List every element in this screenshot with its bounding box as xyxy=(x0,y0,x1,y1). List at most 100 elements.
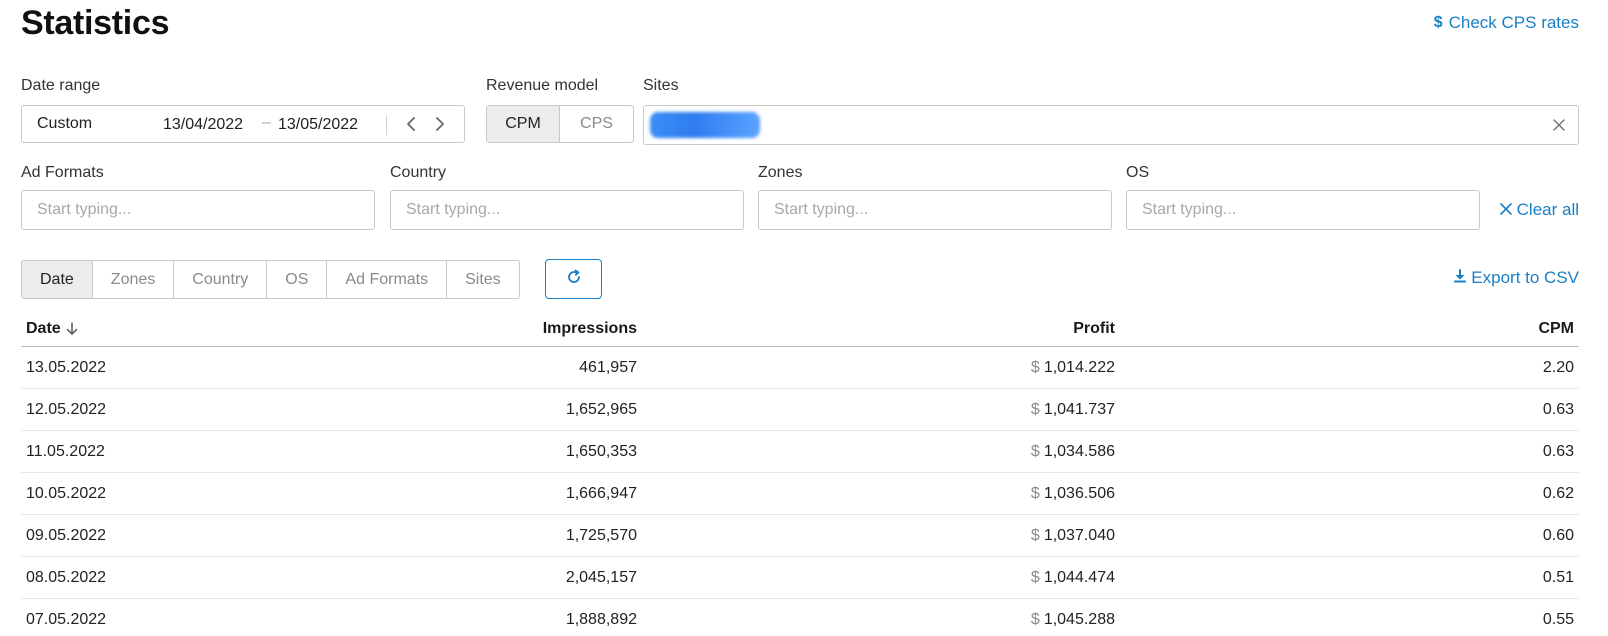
chevron-right-icon[interactable] xyxy=(427,111,453,137)
cell-date: 10.05.2022 xyxy=(26,484,107,502)
table-row: 13.05.2022 461,957 $1,014.222 2.20 xyxy=(21,347,1579,389)
profit-value: 1,041.737 xyxy=(1043,400,1115,418)
ad-formats-input[interactable] xyxy=(21,190,375,230)
export-csv-button[interactable]: Export to CSV xyxy=(1454,268,1579,288)
profit-value: 1,044.474 xyxy=(1043,568,1115,586)
column-header-profit[interactable]: Profit xyxy=(637,320,1115,338)
table-row: 12.05.2022 1,652,965 $1,041.737 0.63 xyxy=(21,389,1579,431)
profit-value: 1,045.288 xyxy=(1043,610,1115,628)
revenue-model-cpm[interactable]: CPM xyxy=(487,106,560,142)
cell-impressions: 1,725,570 xyxy=(565,526,637,544)
dollar-icon: $ xyxy=(1433,14,1443,31)
statistics-table: Date Impressions Profit CPM 13.05.2022 4… xyxy=(21,312,1579,636)
cell-profit: $1,036.506 xyxy=(637,485,1115,503)
cell-date: 12.05.2022 xyxy=(26,400,107,418)
clear-all-label: Clear all xyxy=(1516,200,1579,219)
cell-profit: $1,037.040 xyxy=(637,527,1115,545)
column-date-label: Date xyxy=(26,320,61,337)
group-by-tabs: Date Zones Country OS Ad Formats Sites xyxy=(21,260,520,299)
cell-date: 08.05.2022 xyxy=(26,568,107,586)
cell-impressions: 461,957 xyxy=(579,358,637,376)
cell-profit: $1,014.222 xyxy=(637,359,1115,377)
revenue-model-cps[interactable]: CPS xyxy=(560,106,633,142)
cell-date: 09.05.2022 xyxy=(26,526,107,544)
profit-value: 1,036.506 xyxy=(1043,484,1115,502)
revenue-model-label: Revenue model xyxy=(486,77,599,94)
tab-ad-formats[interactable]: Ad Formats xyxy=(327,261,448,298)
column-header-cpm[interactable]: CPM xyxy=(1115,320,1579,338)
cell-cpm: 0.63 xyxy=(1542,442,1574,460)
currency-symbol: $ xyxy=(1030,610,1040,628)
profit-value: 1,014.222 xyxy=(1043,358,1115,376)
date-range-label: Date range xyxy=(21,77,101,94)
date-range-picker[interactable]: Custom 13/04/2022 – 13/05/2022 xyxy=(21,105,465,143)
table-row: 09.05.2022 1,725,570 $1,037.040 0.60 xyxy=(21,515,1579,557)
refresh-icon xyxy=(566,269,582,290)
arrow-down-icon[interactable] xyxy=(65,321,79,337)
chevron-left-icon[interactable] xyxy=(398,111,424,137)
cell-profit: $1,045.288 xyxy=(637,611,1115,629)
refresh-button[interactable] xyxy=(545,259,602,299)
date-range-preset[interactable]: Custom xyxy=(37,115,92,133)
table-row: 08.05.2022 2,045,157 $1,044.474 0.51 xyxy=(21,557,1579,599)
sites-label: Sites xyxy=(643,77,679,94)
os-input[interactable] xyxy=(1126,190,1480,230)
date-separator: – xyxy=(262,114,271,131)
cell-cpm: 0.62 xyxy=(1542,484,1574,502)
column-header-date[interactable]: Date xyxy=(21,320,221,338)
cell-date: 13.05.2022 xyxy=(26,358,107,376)
cell-impressions: 1,666,947 xyxy=(565,484,637,502)
tab-country[interactable]: Country xyxy=(174,261,268,298)
cell-profit: $1,034.586 xyxy=(637,443,1115,461)
currency-symbol: $ xyxy=(1030,442,1040,460)
zones-label: Zones xyxy=(758,164,803,181)
cell-impressions: 1,888,892 xyxy=(565,610,637,628)
date-to[interactable]: 13/05/2022 xyxy=(278,116,358,134)
zones-input[interactable] xyxy=(758,190,1112,230)
cell-cpm: 0.51 xyxy=(1542,568,1574,586)
cell-cpm: 2.20 xyxy=(1542,358,1574,376)
cell-profit: $1,041.737 xyxy=(637,401,1115,419)
download-icon xyxy=(1454,268,1467,288)
close-icon xyxy=(1499,200,1512,220)
export-csv-label: Export to CSV xyxy=(1471,268,1579,287)
cell-impressions: 2,045,157 xyxy=(565,568,637,586)
tab-date[interactable]: Date xyxy=(22,261,93,298)
table-row: 07.05.2022 1,888,892 $1,045.288 0.55 xyxy=(21,599,1579,636)
currency-symbol: $ xyxy=(1030,400,1040,418)
table-row: 11.05.2022 1,650,353 $1,034.586 0.63 xyxy=(21,431,1579,473)
profit-value: 1,037.040 xyxy=(1043,526,1115,544)
tab-zones[interactable]: Zones xyxy=(93,261,175,298)
currency-symbol: $ xyxy=(1030,526,1040,544)
cell-cpm: 0.60 xyxy=(1542,526,1574,544)
clear-all-button[interactable]: Clear all xyxy=(1499,200,1579,220)
ad-formats-label: Ad Formats xyxy=(21,164,104,181)
cell-date: 07.05.2022 xyxy=(26,610,107,628)
date-from[interactable]: 13/04/2022 xyxy=(163,116,243,134)
cell-profit: $1,044.474 xyxy=(637,569,1115,587)
selected-site-chip[interactable] xyxy=(650,112,760,138)
profit-value: 1,034.586 xyxy=(1043,442,1115,460)
page-title: Statistics xyxy=(21,4,170,42)
currency-symbol: $ xyxy=(1030,484,1040,502)
currency-symbol: $ xyxy=(1030,568,1040,586)
country-label: Country xyxy=(390,164,447,181)
table-row: 10.05.2022 1,666,947 $1,036.506 0.62 xyxy=(21,473,1579,515)
cell-impressions: 1,650,353 xyxy=(565,442,637,460)
os-label: OS xyxy=(1126,164,1150,181)
cell-date: 11.05.2022 xyxy=(26,442,105,460)
date-divider xyxy=(386,115,387,135)
cell-cpm: 0.55 xyxy=(1542,610,1574,628)
revenue-model-toggle: CPM CPS xyxy=(486,105,634,143)
sites-select[interactable] xyxy=(643,105,1579,145)
table-header: Date Impressions Profit CPM xyxy=(21,312,1579,347)
close-icon[interactable] xyxy=(1548,114,1570,136)
column-header-impressions[interactable]: Impressions xyxy=(221,320,637,338)
country-input[interactable] xyxy=(390,190,744,230)
cell-impressions: 1,652,965 xyxy=(565,400,637,418)
check-cps-rates-label: Check CPS rates xyxy=(1448,13,1579,32)
tab-sites[interactable]: Sites xyxy=(447,261,519,298)
tab-os[interactable]: OS xyxy=(267,261,328,298)
check-cps-rates-link[interactable]: $ Check CPS rates xyxy=(1434,13,1579,33)
currency-symbol: $ xyxy=(1030,358,1040,376)
